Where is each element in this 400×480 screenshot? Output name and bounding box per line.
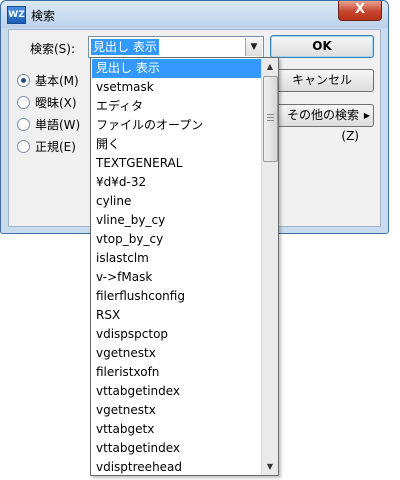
chevron-down-icon[interactable]: ▼ bbox=[245, 38, 262, 56]
close-button[interactable]: X bbox=[338, 1, 382, 21]
list-item[interactable]: vdisptreehead bbox=[92, 458, 261, 477]
list-item[interactable]: cyline bbox=[92, 192, 261, 211]
list-item[interactable]: vline_by_cy bbox=[92, 211, 261, 230]
list-item[interactable]: TEXTGENERAL bbox=[92, 154, 261, 173]
list-item[interactable]: 見出し 表示 bbox=[92, 59, 261, 78]
cancel-button[interactable]: キャンセル bbox=[270, 69, 374, 92]
search-combobox[interactable]: 見出し 表示 ▼ bbox=[88, 36, 264, 58]
list-item[interactable]: vttabgetx bbox=[92, 420, 261, 439]
list-item[interactable]: filerflushconfig bbox=[92, 287, 261, 306]
radio-regex-label: 正規(E) bbox=[35, 140, 76, 154]
list-item[interactable]: vsetmask bbox=[92, 78, 261, 97]
list-item[interactable]: vdispspctop bbox=[92, 325, 261, 344]
list-item[interactable]: ¥d¥d-32 bbox=[92, 173, 261, 192]
search-history-dropdown[interactable]: 見出し 表示 vsetmask エディタ ファイルのオープン 開く TEXTGE… bbox=[90, 57, 279, 476]
list-item[interactable]: 開く bbox=[92, 135, 261, 154]
list-item[interactable]: エディタ bbox=[92, 97, 261, 116]
radio-regex-indicator[interactable] bbox=[17, 140, 30, 153]
grip-line-icon bbox=[267, 117, 274, 118]
dropdown-list: 見出し 表示 vsetmask エディタ ファイルのオープン 開く TEXTGE… bbox=[92, 59, 261, 477]
list-item[interactable]: vtop_by_cy bbox=[92, 230, 261, 249]
list-item[interactable]: fileristxofn bbox=[92, 363, 261, 382]
list-item[interactable]: RSX bbox=[92, 306, 261, 325]
radio-fuzzy-label: 曖昧(X) bbox=[35, 96, 77, 110]
ok-button[interactable]: OK bbox=[270, 35, 374, 58]
title-bar[interactable]: WZ 検索 X bbox=[1, 1, 388, 28]
radio-fuzzy-indicator[interactable] bbox=[17, 96, 30, 109]
list-item[interactable]: vgetnestx bbox=[92, 401, 261, 420]
grip-line-icon bbox=[267, 114, 274, 115]
dropdown-scrollbar[interactable]: ▲ ▼ bbox=[261, 58, 278, 475]
list-item[interactable]: islastclm bbox=[92, 249, 261, 268]
window-title: 検索 bbox=[31, 9, 56, 23]
list-item[interactable]: ファイルのオープン bbox=[92, 116, 261, 135]
radio-word-indicator[interactable] bbox=[17, 118, 30, 131]
grip-line-icon bbox=[267, 120, 274, 121]
scroll-up-arrow-icon[interactable]: ▲ bbox=[262, 58, 278, 75]
list-item[interactable]: vttabgetindex bbox=[92, 439, 261, 458]
other-search-button[interactable]: その他の検索(Z) ▶ bbox=[270, 104, 374, 143]
app-icon: WZ bbox=[7, 6, 26, 24]
radio-regex[interactable]: 正規(E) bbox=[17, 139, 76, 155]
search-combobox-value[interactable]: 見出し 表示 bbox=[91, 39, 159, 55]
radio-fuzzy[interactable]: 曖昧(X) bbox=[17, 95, 77, 111]
radio-word-label: 単語(W) bbox=[35, 118, 81, 132]
radio-basic[interactable]: 基本(M) bbox=[17, 73, 79, 89]
radio-basic-indicator[interactable] bbox=[17, 74, 30, 87]
chevron-right-icon: ▶ bbox=[363, 111, 370, 120]
search-label: 検索(S): bbox=[30, 42, 76, 56]
list-item[interactable]: v->fMask bbox=[92, 268, 261, 287]
radio-basic-label: 基本(M) bbox=[35, 74, 79, 88]
list-item[interactable]: vttabgetindex bbox=[92, 382, 261, 401]
scroll-down-arrow-icon[interactable]: ▼ bbox=[262, 458, 278, 475]
scrollbar-thumb[interactable] bbox=[263, 76, 278, 162]
radio-word[interactable]: 単語(W) bbox=[17, 117, 80, 133]
list-item[interactable]: vgetnestx bbox=[92, 344, 261, 363]
